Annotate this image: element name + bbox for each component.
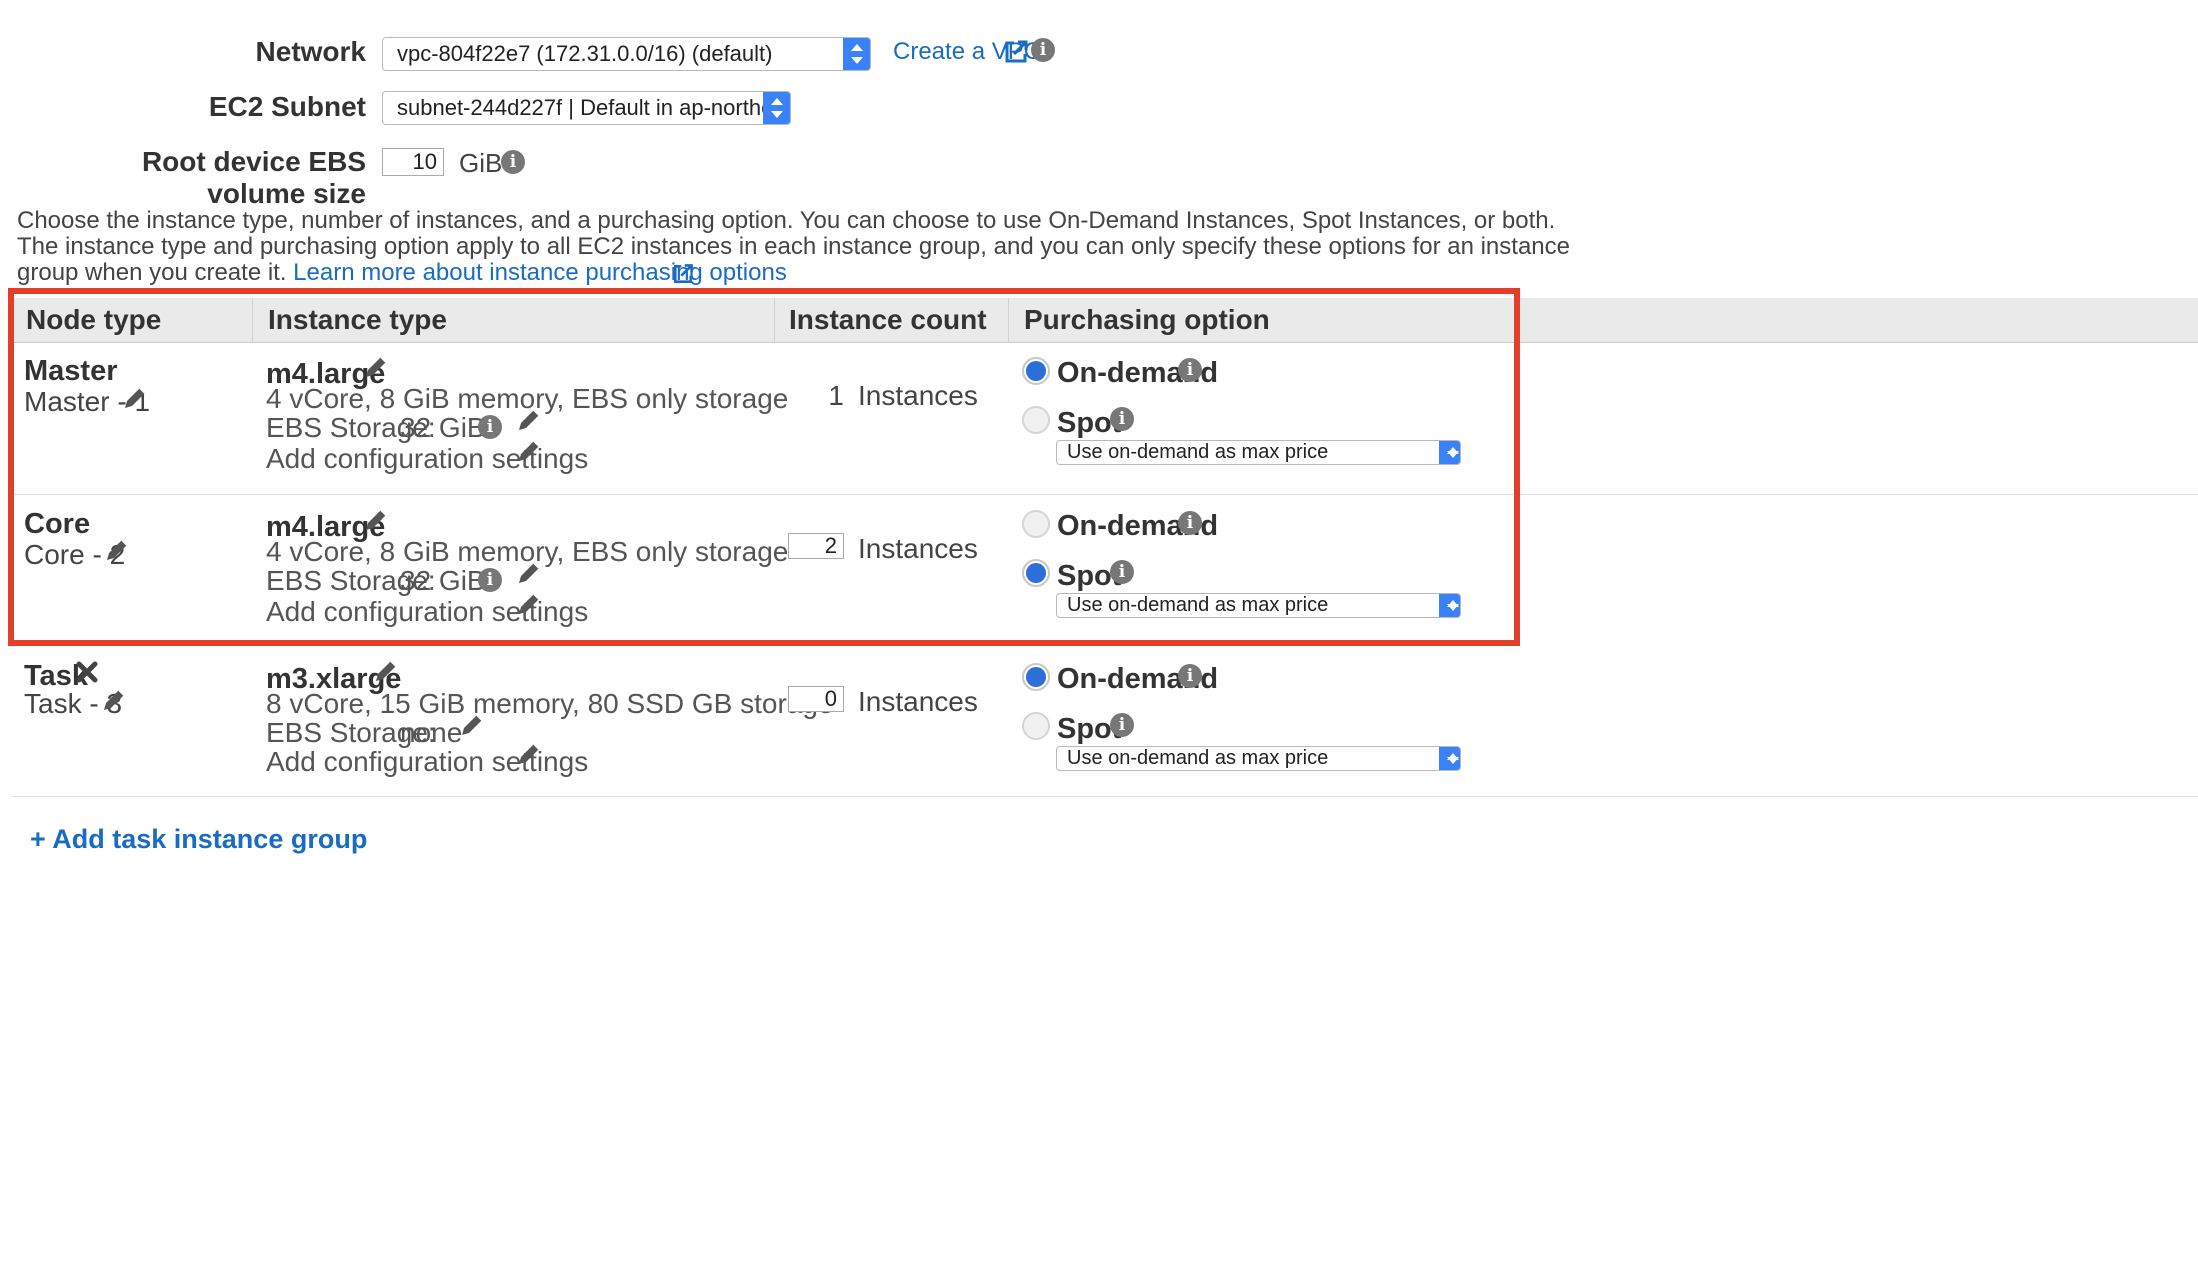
description: Choose the instance type, number of inst… <box>17 208 1570 286</box>
learn-more-link[interactable]: Learn more about instance purchasing opt… <box>293 259 787 286</box>
pencil-icon[interactable] <box>372 657 400 685</box>
ebs-storage-value: none <box>400 717 463 748</box>
ebs-root-unit: GiB <box>459 148 503 178</box>
subnet-select-value: subnet-244d227f | Default in ap-northeas… <box>397 95 791 120</box>
description-line: group when you create it. Learn more abo… <box>17 260 1570 286</box>
select-arrow-icon <box>1439 747 1460 770</box>
external-link-icon[interactable] <box>671 262 695 286</box>
pencil-icon[interactable] <box>100 686 128 714</box>
ebs-root-size-input[interactable]: 10 <box>382 148 444 176</box>
description-line: The instance type and purchasing option … <box>17 233 1570 260</box>
max-price-value: Use on-demand as max price <box>1067 747 1329 769</box>
info-icon[interactable]: i <box>501 150 525 174</box>
subnet-label: EC2 Subnet <box>208 91 366 122</box>
ebs-root-label: Root device EBS volume size <box>141 146 366 209</box>
row-divider <box>12 796 2198 797</box>
spot-radio[interactable] <box>1022 712 1050 740</box>
add-task-group-link[interactable]: + Add task instance group <box>30 824 367 855</box>
subnet-select[interactable]: subnet-244d227f | Default in ap-northeas… <box>382 91 791 125</box>
description-line: Choose the instance type, number of inst… <box>17 207 1556 234</box>
max-price-select[interactable]: Use on-demand as max price <box>1056 746 1461 771</box>
info-icon[interactable]: i <box>1031 38 1055 62</box>
instance-count-unit: Instances <box>858 686 978 717</box>
highlight-box <box>8 288 1520 646</box>
select-arrow-icon <box>763 92 790 124</box>
info-icon[interactable]: i <box>1178 664 1202 688</box>
instance-count-input[interactable]: 0 <box>788 686 844 712</box>
instance-specs: 8 vCore, 15 GiB memory, 80 SSD GB storag… <box>266 688 834 719</box>
on-demand-radio[interactable] <box>1022 663 1050 691</box>
external-link-icon[interactable] <box>1002 38 1030 66</box>
remove-icon[interactable] <box>75 660 99 684</box>
select-arrow-icon <box>843 38 870 70</box>
pencil-icon[interactable] <box>515 740 543 768</box>
network-label: Network <box>255 36 366 67</box>
info-icon[interactable]: i <box>1110 713 1134 737</box>
pencil-icon[interactable] <box>458 711 486 739</box>
network-select-value: vpc-804f22e7 (172.31.0.0/16) (default) <box>397 41 773 66</box>
description-text: group when you create it. <box>17 259 287 286</box>
network-select[interactable]: vpc-804f22e7 (172.31.0.0/16) (default) <box>382 37 871 71</box>
